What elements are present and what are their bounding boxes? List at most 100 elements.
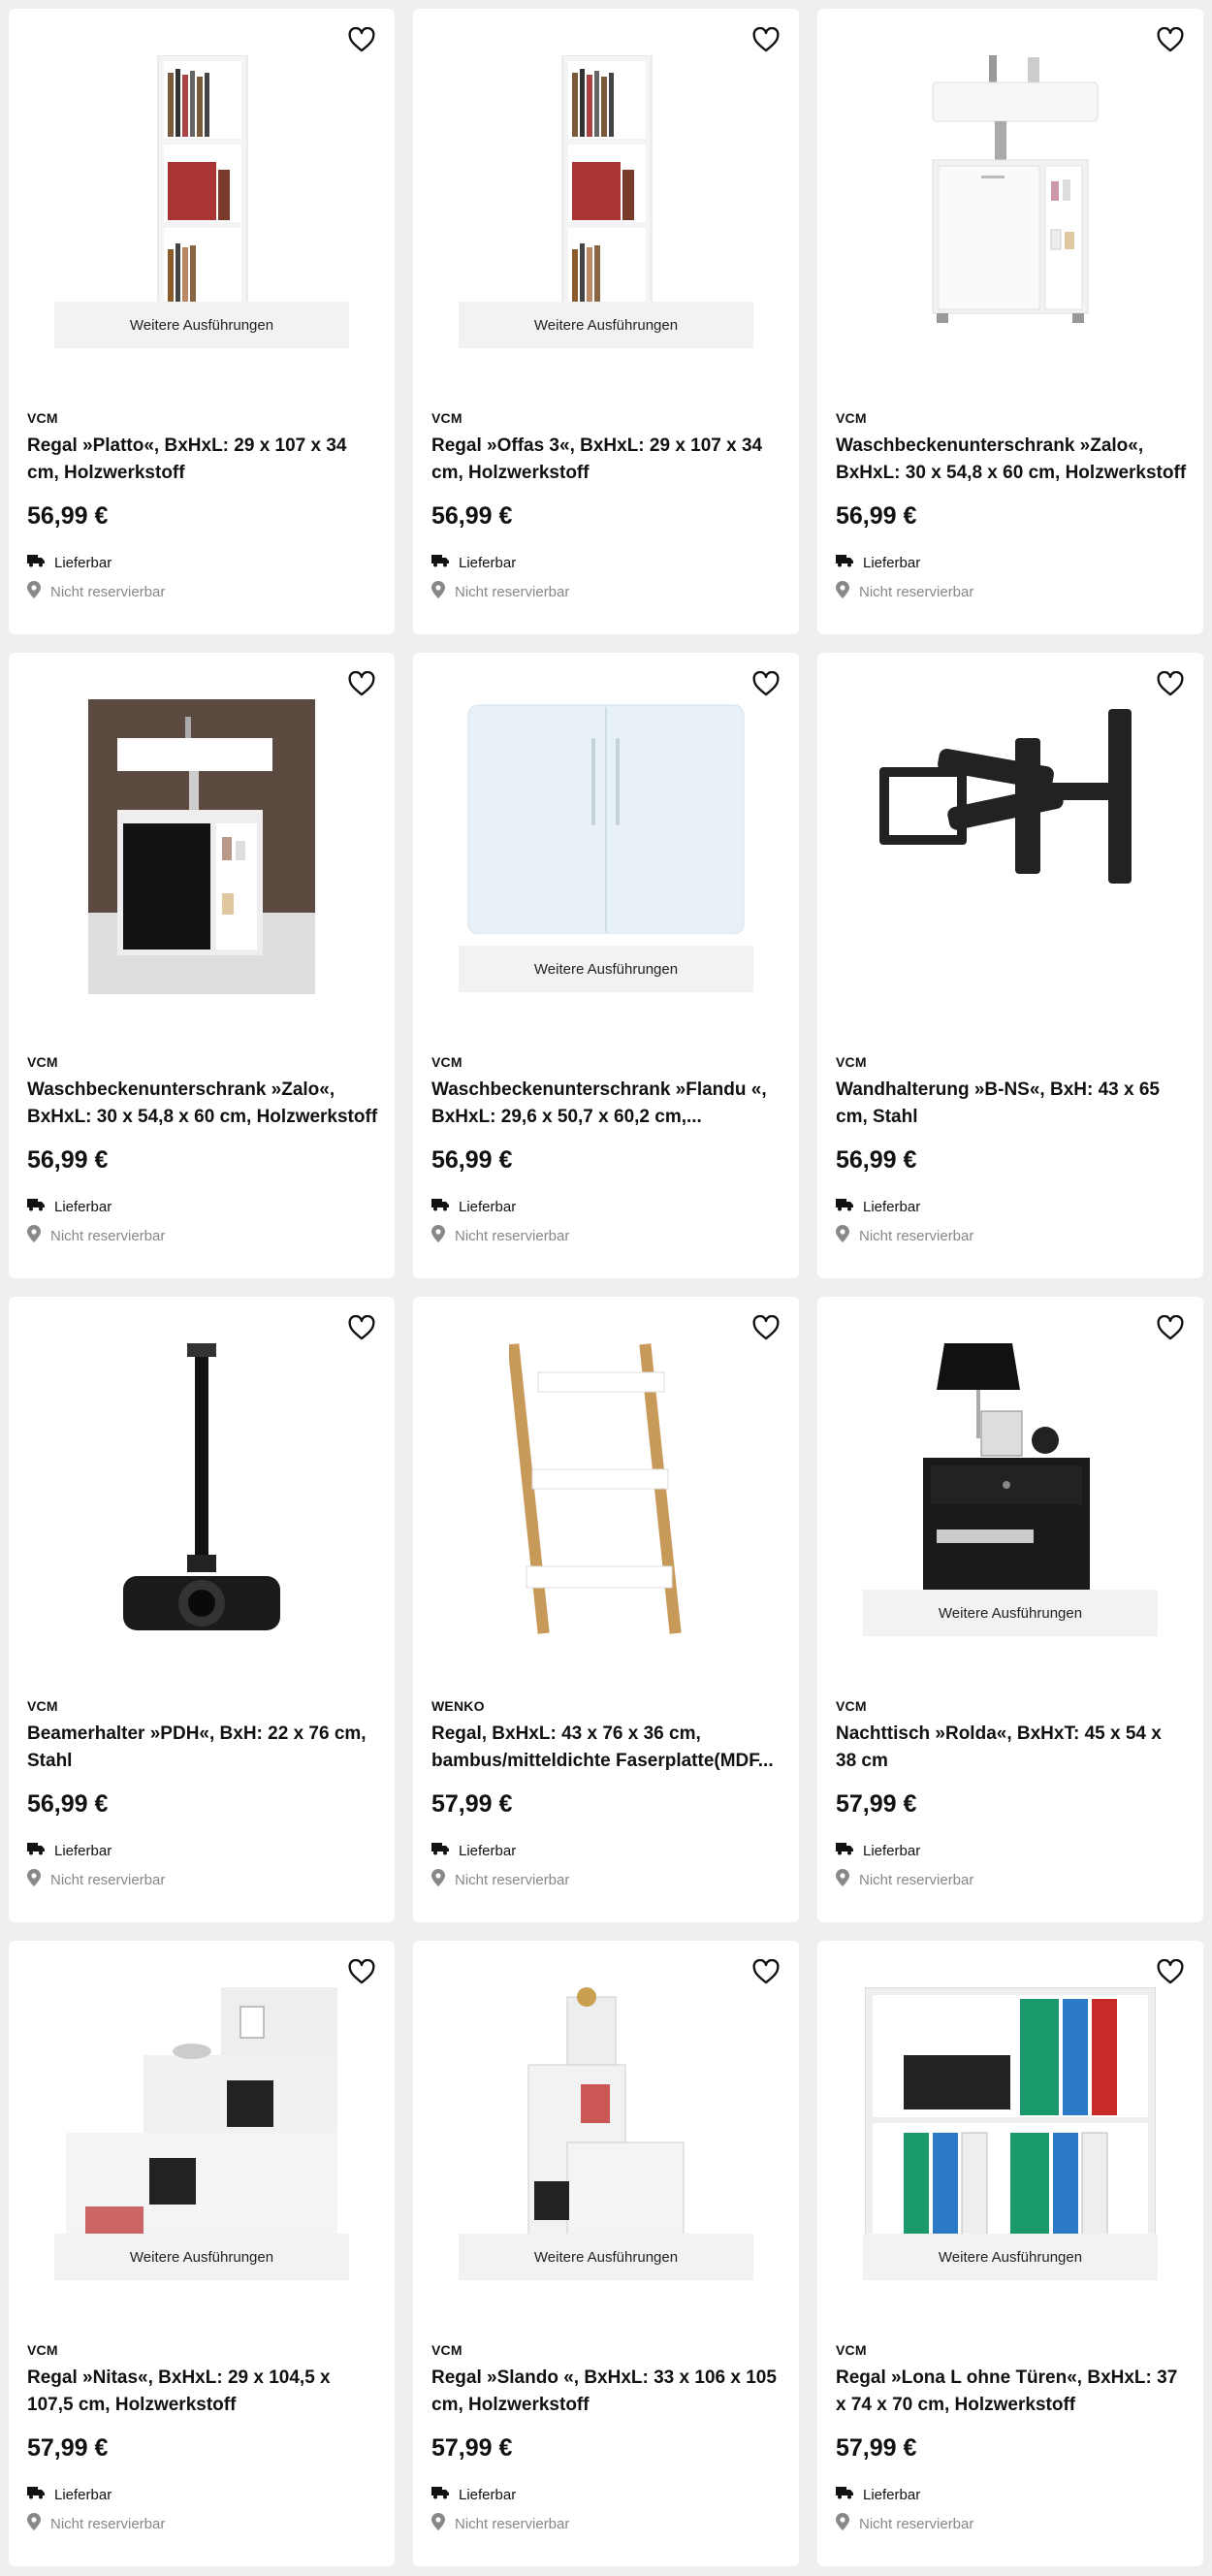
location-pin-icon: [27, 1225, 50, 1246]
product-title[interactable]: Beamerhalter »PDH«, BxH: 22 x 76 cm, Sta…: [27, 1721, 378, 1775]
product-price: 56,99 €: [431, 502, 513, 530]
wishlist-heart-icon[interactable]: [750, 24, 781, 55]
delivery-status: Lieferbar: [431, 1842, 516, 1859]
delivery-status: Lieferbar: [27, 2486, 112, 2503]
truck-icon: [836, 1198, 863, 1215]
product-title[interactable]: Waschbeckenunterschrank »Zalo«, BxHxL: 3…: [836, 433, 1187, 487]
product-image[interactable]: [817, 653, 1203, 1050]
reserve-label: Nicht reservierbar: [859, 583, 974, 600]
product-card[interactable]: Weitere Ausführungen VCM Nachttisch »Rol…: [817, 1297, 1203, 1922]
reserve-label: Nicht reservierbar: [859, 1871, 974, 1888]
product-image[interactable]: [9, 1297, 395, 1694]
location-pin-icon: [431, 2513, 455, 2534]
wishlist-heart-icon[interactable]: [1155, 1312, 1186, 1343]
product-card[interactable]: VCM Waschbeckenunterschrank »Zalo«, BxHx…: [9, 653, 395, 1278]
more-variants-button[interactable]: Weitere Ausführungen: [54, 2234, 349, 2280]
product-card[interactable]: Weitere Ausführungen VCM Regal »Nitas«, …: [9, 1941, 395, 2566]
more-variants-button[interactable]: Weitere Ausführungen: [863, 1590, 1158, 1636]
product-card[interactable]: Weitere Ausführungen VCM Regal »Offas 3«…: [413, 9, 799, 634]
reserve-label: Nicht reservierbar: [50, 2515, 166, 2532]
product-brand: VCM: [431, 410, 462, 426]
reservation-status: Nicht reservierbar: [431, 1225, 569, 1246]
more-variants-button[interactable]: Weitere Ausführungen: [54, 302, 349, 348]
wishlist-heart-icon[interactable]: [346, 1956, 377, 1987]
product-price: 56,99 €: [27, 1146, 109, 1174]
delivery-label: Lieferbar: [863, 1198, 921, 1215]
delivery-status: Lieferbar: [431, 1198, 516, 1215]
reservation-status: Nicht reservierbar: [27, 1225, 165, 1246]
delivery-label: Lieferbar: [54, 1842, 112, 1859]
truck-icon: [27, 1842, 54, 1859]
product-price: 56,99 €: [27, 1790, 109, 1818]
truck-icon: [431, 1198, 459, 1215]
product-price: 56,99 €: [27, 502, 109, 530]
reserve-label: Nicht reservierbar: [859, 1227, 974, 1244]
truck-icon: [27, 2486, 54, 2503]
reserve-label: Nicht reservierbar: [455, 583, 570, 600]
product-card[interactable]: VCM Waschbeckenunterschrank »Zalo«, BxHx…: [817, 9, 1203, 634]
product-brand: VCM: [836, 2342, 867, 2358]
location-pin-icon: [27, 1869, 50, 1890]
reservation-status: Nicht reservierbar: [431, 2513, 569, 2534]
wishlist-heart-icon[interactable]: [346, 1312, 377, 1343]
product-card[interactable]: WENKO Regal, BxHxL: 43 x 76 x 36 cm, bam…: [413, 1297, 799, 1922]
product-title[interactable]: Nachttisch »Rolda«, BxHxT: 45 x 54 x 38 …: [836, 1721, 1187, 1775]
product-title[interactable]: Regal »Offas 3«, BxHxL: 29 x 107 x 34 cm…: [431, 433, 782, 487]
product-card[interactable]: VCM Wandhalterung »B-NS«, BxH: 43 x 65 c…: [817, 653, 1203, 1278]
wishlist-heart-icon[interactable]: [346, 24, 377, 55]
product-brand: VCM: [431, 2342, 462, 2358]
product-brand: VCM: [836, 1698, 867, 1714]
wishlist-heart-icon[interactable]: [1155, 24, 1186, 55]
product-image[interactable]: [9, 653, 395, 1050]
reservation-status: Nicht reservierbar: [27, 2513, 165, 2534]
delivery-status: Lieferbar: [836, 2486, 920, 2503]
product-card[interactable]: Weitere Ausführungen VCM Waschbeckenunte…: [413, 653, 799, 1278]
reservation-status: Nicht reservierbar: [431, 1869, 569, 1890]
wishlist-heart-icon[interactable]: [1155, 1956, 1186, 1987]
location-pin-icon: [836, 1225, 859, 1246]
product-brand: VCM: [836, 1054, 867, 1070]
product-title[interactable]: Waschbeckenunterschrank »Flandu «, BxHxL…: [431, 1077, 782, 1131]
delivery-status: Lieferbar: [431, 2486, 516, 2503]
product-title[interactable]: Regal »Lona L ohne Türen«, BxHxL: 37 x 7…: [836, 2365, 1187, 2419]
more-variants-button[interactable]: Weitere Ausführungen: [459, 2234, 753, 2280]
wishlist-heart-icon[interactable]: [1155, 668, 1186, 699]
wishlist-heart-icon[interactable]: [750, 668, 781, 699]
wishlist-heart-icon[interactable]: [750, 1312, 781, 1343]
delivery-status: Lieferbar: [27, 1198, 112, 1215]
location-pin-icon: [836, 581, 859, 602]
product-card[interactable]: Weitere Ausführungen VCM Regal »Platto«,…: [9, 9, 395, 634]
product-price: 57,99 €: [836, 2434, 917, 2462]
product-title[interactable]: Regal, BxHxL: 43 x 76 x 36 cm, bambus/mi…: [431, 1721, 782, 1775]
delivery-label: Lieferbar: [459, 554, 517, 571]
product-brand: VCM: [27, 1698, 58, 1714]
product-price: 57,99 €: [431, 2434, 513, 2462]
product-image[interactable]: [817, 9, 1203, 406]
product-grid: Weitere Ausführungen VCM Regal »Platto«,…: [9, 9, 1203, 2566]
product-title[interactable]: Waschbeckenunterschrank »Zalo«, BxHxL: 3…: [27, 1077, 378, 1131]
product-brand: VCM: [27, 410, 58, 426]
product-card[interactable]: VCM Beamerhalter »PDH«, BxH: 22 x 76 cm,…: [9, 1297, 395, 1922]
more-variants-button[interactable]: Weitere Ausführungen: [863, 2234, 1158, 2280]
product-card[interactable]: Weitere Ausführungen VCM Regal »Slando «…: [413, 1941, 799, 2566]
delivery-status: Lieferbar: [27, 1842, 112, 1859]
delivery-label: Lieferbar: [54, 2486, 112, 2503]
product-title[interactable]: Regal »Slando «, BxHxL: 33 x 106 x 105 c…: [431, 2365, 782, 2419]
more-variants-button[interactable]: Weitere Ausführungen: [459, 946, 753, 992]
product-title[interactable]: Wandhalterung »B-NS«, BxH: 43 x 65 cm, S…: [836, 1077, 1187, 1131]
delivery-label: Lieferbar: [863, 1842, 921, 1859]
reserve-label: Nicht reservierbar: [50, 583, 166, 600]
wishlist-heart-icon[interactable]: [750, 1956, 781, 1987]
product-title[interactable]: Regal »Platto«, BxHxL: 29 x 107 x 34 cm,…: [27, 433, 378, 487]
product-title[interactable]: Regal »Nitas«, BxHxL: 29 x 104,5 x 107,5…: [27, 2365, 378, 2419]
more-variants-button[interactable]: Weitere Ausführungen: [459, 302, 753, 348]
delivery-status: Lieferbar: [27, 554, 112, 571]
location-pin-icon: [431, 1225, 455, 1246]
product-image[interactable]: [413, 1297, 799, 1694]
product-price: 57,99 €: [836, 1790, 917, 1818]
reserve-label: Nicht reservierbar: [50, 1227, 166, 1244]
truck-icon: [836, 1842, 863, 1859]
product-card[interactable]: Weitere Ausführungen VCM Regal »Lona L o…: [817, 1941, 1203, 2566]
delivery-label: Lieferbar: [54, 1198, 112, 1215]
wishlist-heart-icon[interactable]: [346, 668, 377, 699]
